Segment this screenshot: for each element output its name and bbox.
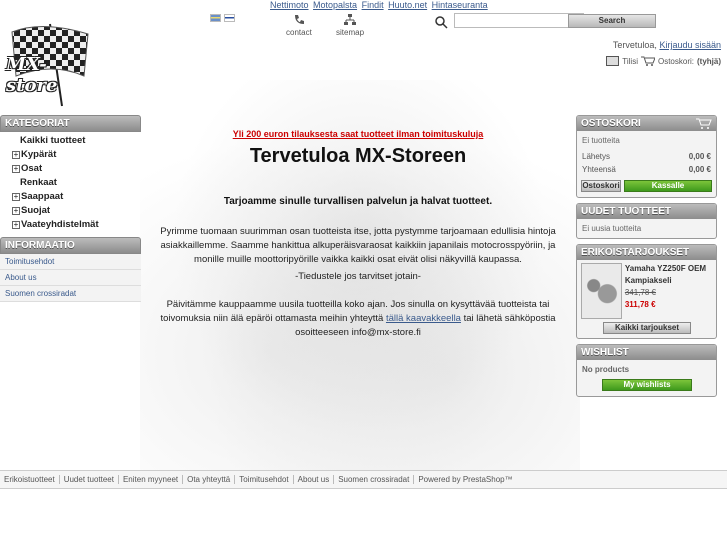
product-image[interactable]: [581, 263, 622, 319]
search-icon: [435, 16, 448, 29]
footer-link[interactable]: Toimitusehdot: [235, 475, 294, 484]
expand-icon[interactable]: +: [12, 193, 20, 201]
footer-link[interactable]: Ota yhteyttä: [183, 475, 236, 484]
expand-icon[interactable]: +: [12, 207, 20, 215]
category-item[interactable]: + Kypärät: [0, 148, 141, 162]
footer-link[interactable]: About us: [294, 475, 335, 484]
special-product-name[interactable]: Yamaha YZ250F OEM Kampiakseli: [625, 263, 712, 287]
wishlist-empty: No products: [582, 365, 630, 374]
search-box: [432, 13, 584, 29]
cart-icon: [640, 56, 655, 66]
expand-icon[interactable]: +: [12, 165, 20, 173]
flag-swedish-icon[interactable]: [210, 14, 221, 22]
contact-link[interactable]: contact: [286, 14, 312, 37]
category-item[interactable]: Renkaat: [0, 176, 141, 190]
expand-icon[interactable]: +: [12, 221, 20, 229]
checkout-button[interactable]: Kassalle: [624, 180, 712, 192]
my-wishlists-button[interactable]: My wishlists: [602, 379, 692, 391]
specials-title[interactable]: ERIKOISTARJOUKSET: [577, 245, 716, 260]
footer-powered[interactable]: Powered by PrestaShop™: [414, 475, 516, 484]
footer-links: Erikoistuotteet Uudet tuotteet Eniten my…: [0, 470, 727, 489]
new-products-empty: Ei uusia tuotteita: [582, 224, 642, 233]
account-icon: [606, 56, 620, 66]
old-price: 341,78 €: [624, 288, 656, 297]
search-input[interactable]: [454, 13, 584, 28]
search-button[interactable]: Search: [568, 14, 656, 28]
phone-icon: [294, 15, 304, 24]
account-link[interactable]: Tilisi: [622, 57, 638, 66]
info-title: INFORMAATIO: [0, 237, 141, 254]
flag-finnish-icon[interactable]: [224, 14, 235, 22]
new-products-title[interactable]: UUDET TUOTTEET: [577, 204, 716, 219]
new-price: 311,78 €: [624, 300, 656, 309]
expand-icon[interactable]: +: [12, 151, 20, 159]
partner-link[interactable]: Nettimoto: [270, 0, 309, 10]
special-info: Yamaha YZ250F OEM Kampiakseli 341,78 € 3…: [625, 263, 712, 319]
contact-paragraph: Päivitämme kauppaamme uusila tuotteilla …: [160, 299, 556, 338]
lead-text: Tarjoamme sinulle turvallisen palvelun j…: [223, 196, 493, 207]
wishlist-title: WISHLIST: [577, 345, 716, 360]
intro-paragraph: Pyrimme tuomaan suurimman osan tuotteist…: [160, 226, 556, 265]
contact-form-link[interactable]: tällä kaavakkeella: [386, 313, 461, 324]
all-specials-wrap: Kaikki tarjoukset: [577, 322, 716, 338]
info-list: Toimitusehdot About us Suomen crossirada…: [0, 254, 141, 302]
inquiry-text: -Tiedustele jos tarvitset jotain-: [295, 271, 421, 282]
footer-link[interactable]: Uudet tuotteet: [60, 475, 119, 484]
cart-empty-text: Ei tuotteita: [582, 136, 620, 145]
cart-title[interactable]: OSTOSKORI: [577, 116, 716, 131]
new-products-block: UUDET TUOTTEET Ei uusia tuotteita: [576, 203, 717, 239]
category-list: Kaikki tuotteet + Kypärät + Osat Renkaat +…: [0, 132, 141, 234]
cart-icon: [696, 118, 712, 129]
category-item[interactable]: Kaikki tuotteet: [0, 134, 141, 148]
footer-link[interactable]: Erikoistuotteet: [0, 475, 60, 484]
wishlist-block: WISHLIST No products My wishlists: [576, 344, 717, 397]
info-link[interactable]: Toimitusehdot: [0, 254, 141, 270]
left-column: KATEGORIAT Kaikki tuotteet + Kypärät + Osa…: [0, 115, 141, 302]
shipping-promo-link[interactable]: Yli 200 euron tilauksesta saat tuotteet …: [142, 129, 574, 139]
cart-block: OSTOSKORI Ei tuotteita Lähetys 0,00 € Yht…: [576, 115, 717, 198]
cart-button[interactable]: Ostoskori: [581, 180, 621, 192]
welcome-line: Tervetuloa, Kirjaudu sisään: [612, 40, 721, 50]
partner-links: Nettimoto Motopalsta Findit Huuto.net Hi…: [270, 0, 490, 10]
cart-buttons: Ostoskori Kassalle: [577, 176, 716, 197]
partner-link[interactable]: Huuto.net: [388, 0, 427, 10]
right-column: OSTOSKORI Ei tuotteita Lähetys 0,00 € Yht…: [576, 115, 717, 402]
partner-link[interactable]: Motopalsta: [313, 0, 357, 10]
categories-title: KATEGORIAT: [0, 115, 141, 132]
special-product[interactable]: Yamaha YZ250F OEM Kampiakseli 341,78 € 3…: [577, 260, 716, 322]
logo-text: MX-store: [6, 54, 58, 96]
info-link[interactable]: About us: [0, 270, 141, 286]
footer-link[interactable]: Eniten myyneet: [119, 475, 184, 484]
sitemap-icon: [344, 14, 356, 25]
wishlist-btn-wrap: My wishlists: [577, 379, 716, 396]
shipping-row: Lähetys 0,00 €: [582, 152, 711, 161]
main-content: Yli 200 euron tilauksesta saat tuotteet …: [142, 120, 574, 340]
footer-link[interactable]: Suomen crossiradat: [334, 475, 415, 484]
category-item[interactable]: + Vaateyhdistelmät: [0, 218, 141, 232]
login-link[interactable]: Kirjaudu sisään: [659, 40, 721, 50]
category-item[interactable]: + Osat: [0, 162, 141, 176]
cart-state: (tyhjä): [697, 56, 721, 66]
partner-link[interactable]: Findit: [362, 0, 384, 10]
partner-link[interactable]: Hintaseuranta: [432, 0, 488, 10]
all-specials-button[interactable]: Kaikki tarjoukset: [603, 322, 691, 334]
account-bar: Tilisi Ostoskori: (tyhjä): [606, 56, 721, 66]
language-selector: [210, 14, 235, 22]
category-item[interactable]: + Suojat: [0, 204, 141, 218]
specials-block: ERIKOISTARJOUKSET Yamaha YZ250F OEM Kamp…: [576, 244, 717, 339]
total-row: Yhteensä 0,00 €: [582, 165, 711, 174]
category-item[interactable]: + Saappaat: [0, 190, 141, 204]
info-link[interactable]: Suomen crossiradat: [0, 286, 141, 302]
sitemap-link[interactable]: sitemap: [336, 14, 364, 37]
store-logo[interactable]: MX-store: [2, 18, 94, 108]
page-title: Tervetuloa MX-Storeen: [249, 145, 467, 167]
